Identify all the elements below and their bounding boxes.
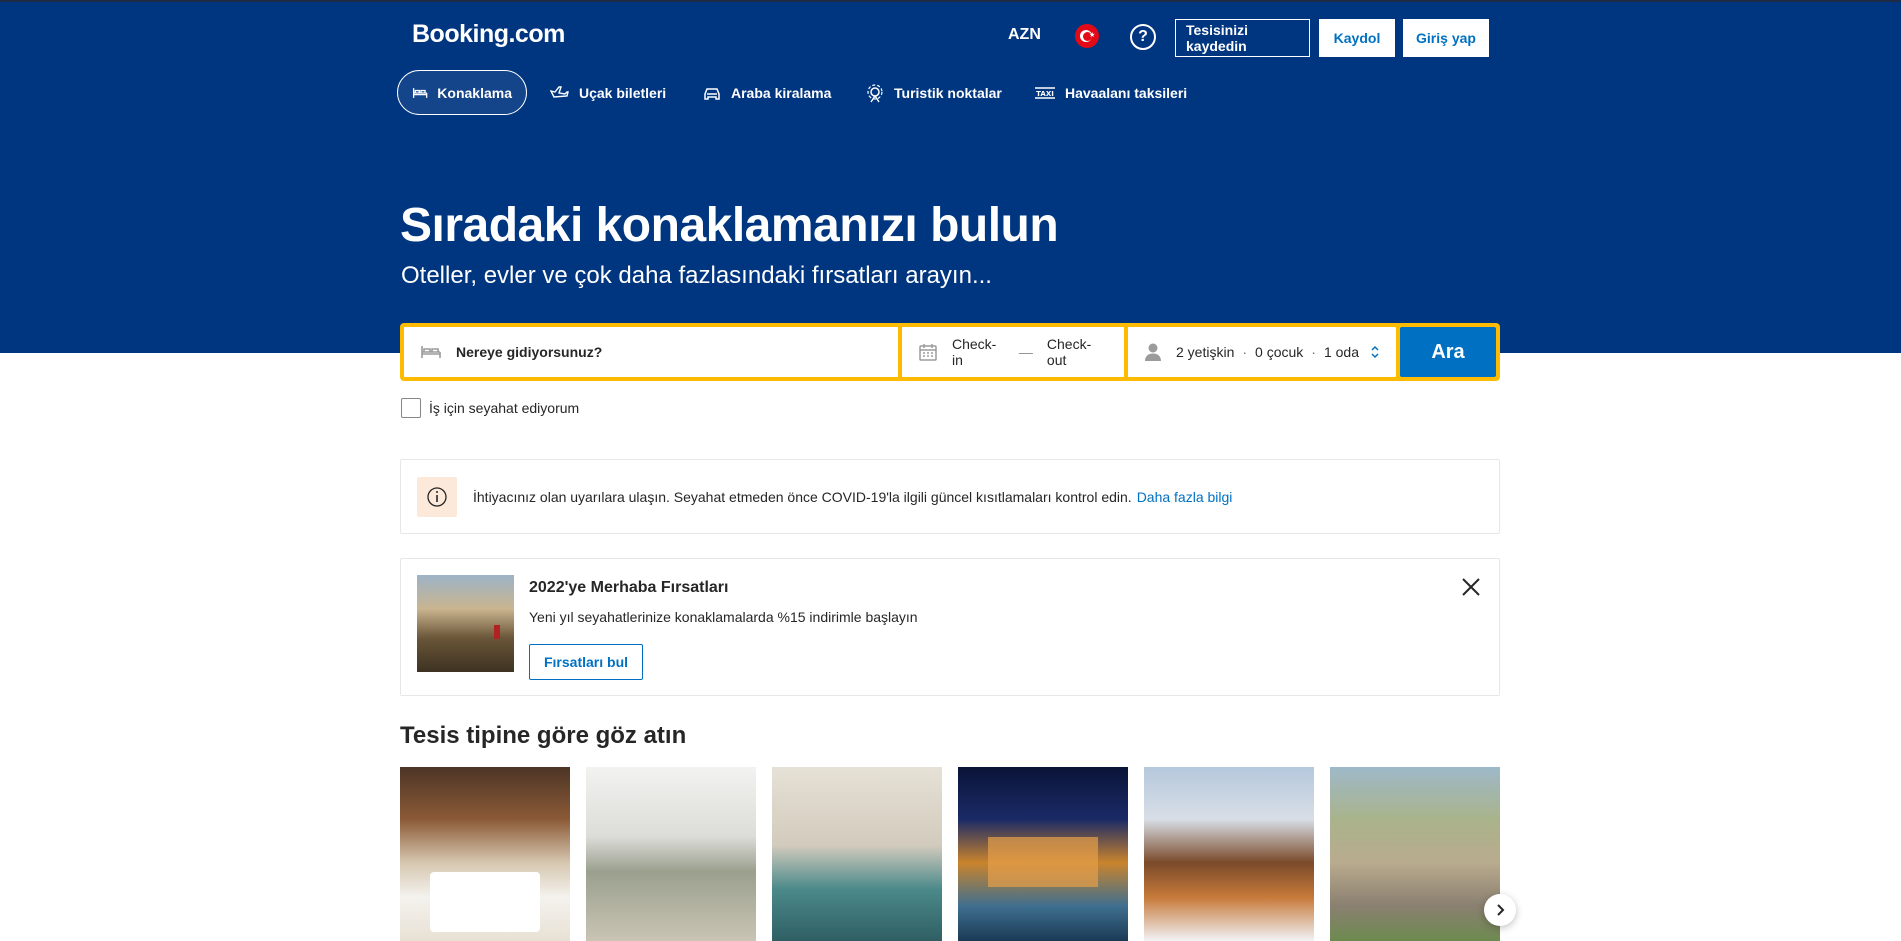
hero-title: Sıradaki konaklamanızı bulun bbox=[400, 199, 1059, 252]
nav-tab-label: Havaalanı taksileri bbox=[1065, 84, 1188, 101]
business-travel-checkbox[interactable] bbox=[401, 398, 421, 418]
resort-image[interactable] bbox=[772, 767, 942, 941]
date-separator: — bbox=[1018, 344, 1033, 360]
nav-tab-label: Uçak biletleri bbox=[579, 84, 667, 101]
promo-description: Yeni yıl seyahatlerinize konaklamalarda … bbox=[529, 609, 918, 625]
promo-banner: 2022'ye Merhaba Fırsatları Yeni yıl seya… bbox=[400, 558, 1500, 696]
hero-subtitle: Oteller, evler ve çok daha fazlasındaki … bbox=[401, 262, 992, 289]
adults-count: 2 yetişkin bbox=[1176, 344, 1235, 360]
checkout-label: Check-out bbox=[1046, 336, 1092, 368]
chevron-up-down-icon bbox=[1370, 345, 1380, 359]
attractions-icon bbox=[867, 83, 883, 102]
bed-icon bbox=[420, 344, 442, 360]
nav-tab-flights[interactable]: Uçak biletleri bbox=[536, 70, 680, 115]
currency-selector[interactable]: AZN bbox=[1008, 26, 1041, 44]
nav-tab-car-rentals[interactable]: Araba kiralama bbox=[688, 70, 845, 115]
language-flag-icon[interactable]: ★ bbox=[1075, 24, 1099, 48]
search-button[interactable]: Ara bbox=[1400, 327, 1496, 377]
register-button[interactable]: Kaydol bbox=[1319, 19, 1395, 57]
separator-dot: · bbox=[1242, 344, 1248, 360]
business-travel-option[interactable]: İş için seyahat ediyorum bbox=[401, 398, 579, 418]
promo-title: 2022'ye Merhaba Fırsatları bbox=[529, 579, 729, 596]
nav-tab-airport-taxis[interactable]: TAXI Havaalanı taksileri bbox=[1020, 70, 1201, 115]
nav-tab-label: Araba kiralama bbox=[731, 84, 832, 101]
cottage-image[interactable] bbox=[1330, 767, 1500, 941]
search-bar: Nereye gidiyorsunuz? Check-in — Check-ou… bbox=[400, 323, 1500, 381]
bed-icon bbox=[412, 87, 428, 98]
guests-selector[interactable]: 2 yetişkin · 0 çocuk · 1 oda bbox=[1128, 327, 1396, 377]
hero-banner bbox=[0, 0, 1901, 353]
villa-image[interactable] bbox=[958, 767, 1128, 941]
car-icon bbox=[704, 87, 720, 100]
alert-text: İhtiyacınız olan uyarılara ulaşın. Seyah… bbox=[473, 488, 1132, 505]
nav-tab-label: Konaklama bbox=[437, 84, 512, 101]
rooms-count: 1 oda bbox=[1323, 344, 1359, 360]
info-icon bbox=[417, 476, 457, 517]
destination-placeholder: Nereye gidiyorsunuz? bbox=[456, 344, 603, 360]
booking-logo[interactable]: Booking.com bbox=[412, 20, 565, 49]
taxi-icon: TAXI bbox=[1035, 86, 1055, 99]
covid-alert: İhtiyacınız olan uyarılara ulaşın. Seyah… bbox=[400, 459, 1500, 534]
list-property-button[interactable]: Tesisinizi kaydedin bbox=[1175, 19, 1310, 57]
star-shape: ★ bbox=[1089, 32, 1096, 39]
hotel-image[interactable] bbox=[400, 767, 570, 941]
person-icon bbox=[1144, 342, 1162, 362]
promo-image bbox=[417, 575, 514, 672]
nav-tab-attractions[interactable]: Turistik noktalar bbox=[851, 70, 1016, 115]
date-picker[interactable]: Check-in — Check-out bbox=[902, 327, 1124, 377]
help-icon[interactable]: ? bbox=[1130, 24, 1156, 50]
more-info-link[interactable]: Daha fazla bilgi bbox=[1137, 489, 1233, 505]
close-icon[interactable] bbox=[1459, 575, 1483, 599]
sign-in-button[interactable]: Giriş yap bbox=[1403, 19, 1489, 57]
checkin-label: Check-in bbox=[952, 336, 997, 368]
chevron-right-icon[interactable] bbox=[1484, 894, 1516, 926]
chalet-image[interactable] bbox=[1144, 767, 1314, 941]
svg-text:TAXI: TAXI bbox=[1036, 90, 1054, 98]
children-count: 0 çocuk bbox=[1255, 344, 1304, 360]
calendar-icon bbox=[918, 342, 938, 362]
nav-tab-stays[interactable]: Konaklama bbox=[397, 70, 527, 115]
business-travel-label: İş için seyahat ediyorum bbox=[429, 400, 580, 416]
nav-tab-label: Turistik noktalar bbox=[894, 84, 1002, 101]
separator-dot: · bbox=[1311, 344, 1316, 360]
apartment-image[interactable] bbox=[586, 767, 756, 941]
plane-icon bbox=[550, 85, 569, 98]
section-title: Tesis tipine göre göz atın bbox=[400, 722, 687, 749]
property-type-carousel bbox=[400, 767, 1500, 941]
destination-input[interactable]: Nereye gidiyorsunuz? bbox=[404, 327, 898, 377]
find-deals-button[interactable]: Fırsatları bul bbox=[529, 644, 643, 680]
